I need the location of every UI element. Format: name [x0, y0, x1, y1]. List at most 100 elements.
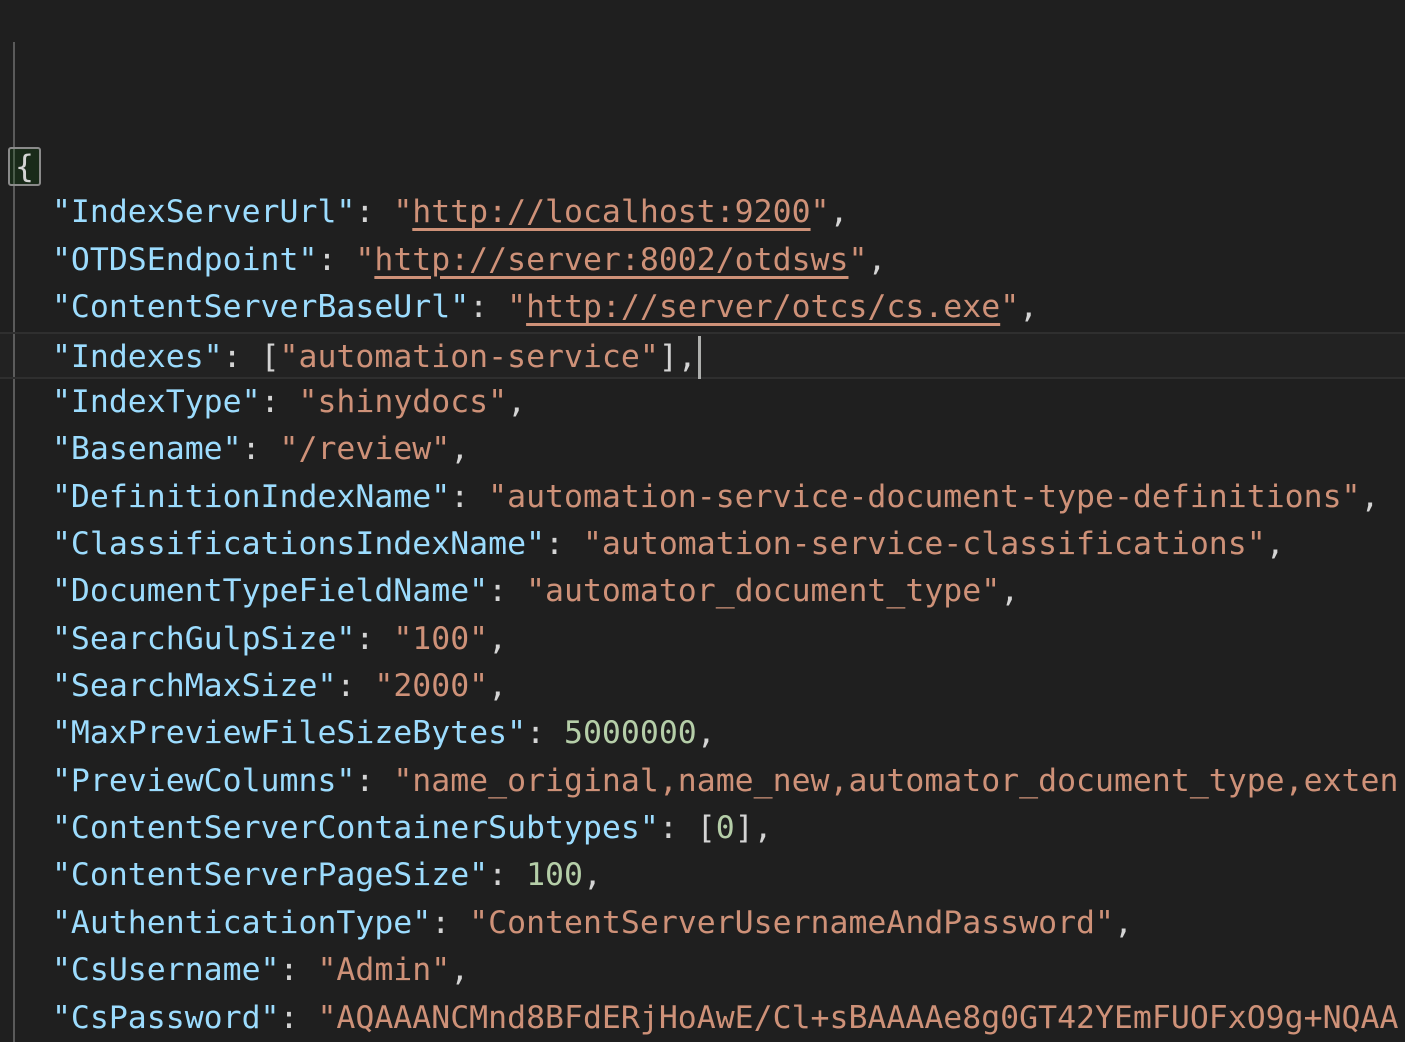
code-line[interactable]: "DefinitionIndexName": "automation-servi…	[0, 474, 1405, 521]
code-token-str: "automator_document_type"	[526, 573, 1000, 609]
code-token-punc: :	[450, 479, 488, 515]
code-line-current[interactable]: "Indexes": ["automation-service"],	[0, 332, 1405, 379]
code-token-str: "	[1000, 289, 1019, 325]
code-token-str: "Admin"	[317, 952, 450, 988]
code-editor[interactable]: { "IndexServerUrl": "http://localhost:92…	[0, 0, 1405, 1042]
code-token-str: "	[507, 289, 526, 325]
code-token-punc	[14, 479, 52, 515]
code-token-punc: ,	[697, 715, 716, 751]
code-token-punc: :	[355, 194, 393, 230]
code-token-punc	[14, 810, 52, 846]
code-token-key: "SearchGulpSize"	[52, 621, 355, 657]
code-token-punc	[14, 431, 52, 467]
code-token-str: "AQAAANCMnd8BFdERjHoAwE/Cl+sBAAAAe8g0GT4…	[317, 1000, 1398, 1036]
code-token-punc: ,	[1114, 905, 1133, 941]
code-token-key: "ClassificationsIndexName"	[52, 526, 545, 562]
code-token-punc: ,	[583, 857, 602, 893]
code-token-key: "DefinitionIndexName"	[52, 479, 450, 515]
code-token-num: 100	[526, 857, 583, 893]
code-token-key: "Basename"	[52, 431, 242, 467]
code-token-punc: ,	[830, 194, 849, 230]
code-token-str: "shinydocs"	[299, 384, 508, 420]
code-line[interactable]: "ContentServerContainerSubtypes": [0],	[0, 805, 1405, 852]
bracket-match-highlight: {	[8, 147, 41, 186]
code-token-punc: [	[697, 810, 716, 846]
code-line[interactable]: "ContentServerPageSize": 100,	[0, 852, 1405, 899]
code-token-punc: :	[488, 573, 526, 609]
code-token-punc	[14, 1000, 52, 1036]
code-line[interactable]: "MaxPreviewFileSizeBytes": 5000000,	[0, 710, 1405, 757]
code-token-punc: ,	[1019, 289, 1038, 325]
code-line[interactable]: "SearchGulpSize": "100",	[0, 616, 1405, 663]
code-token-str: "	[393, 194, 412, 230]
code-token-key: "IndexServerUrl"	[52, 194, 355, 230]
code-token-punc	[14, 339, 52, 375]
code-line[interactable]: "OTDSEndpoint": "http://server:8002/otds…	[0, 237, 1405, 284]
code-line[interactable]: "PreviewColumns": "name_original,name_ne…	[0, 758, 1405, 805]
code-token-str: "100"	[393, 621, 488, 657]
code-token-punc: :	[242, 431, 280, 467]
code-token-punc: :	[526, 715, 564, 751]
code-token-punc: ,	[1266, 526, 1285, 562]
code-token-str: "	[355, 242, 374, 278]
url-link[interactable]: http://server:8002/otdsws	[374, 242, 848, 278]
code-token-key: "MaxPreviewFileSizeBytes"	[52, 715, 526, 751]
code-token-num: 5000000	[564, 715, 697, 751]
code-token-punc: ],	[735, 810, 773, 846]
code-token-punc	[14, 242, 52, 278]
code-token-punc: ,	[867, 242, 886, 278]
code-token-punc: :	[280, 952, 318, 988]
code-token-key: "ContentServerPageSize"	[52, 857, 488, 893]
code-token-num: 0	[716, 810, 735, 846]
code-token-punc	[14, 952, 52, 988]
code-line[interactable]: "ContentServerBaseUrl": "http://server/o…	[0, 284, 1405, 331]
url-link[interactable]: http://server/otcs/cs.exe	[526, 289, 1000, 325]
code-token-punc: ,	[488, 621, 507, 657]
code-token-key: "IndexType"	[52, 384, 261, 420]
code-token-punc: :	[223, 339, 261, 375]
code-token-key: "PreviewColumns"	[52, 763, 355, 799]
code-token-str: "name_original,name_new,automator_docume…	[393, 763, 1398, 799]
code-token-punc: [	[261, 339, 280, 375]
code-line[interactable]: {	[0, 142, 1405, 189]
text-cursor	[698, 336, 701, 379]
code-token-punc: ,	[450, 952, 469, 988]
code-token-key: "ContentServerContainerSubtypes"	[52, 810, 659, 846]
code-line[interactable]: "SearchMaxSize": "2000",	[0, 663, 1405, 710]
code-token-punc	[14, 857, 52, 893]
code-token-punc: ,	[488, 668, 507, 704]
code-token-str: "	[848, 242, 867, 278]
code-line[interactable]: "CsPassword": "AQAAANCMnd8BFdERjHoAwE/Cl…	[0, 995, 1405, 1042]
code-token-punc: ,	[450, 431, 469, 467]
code-token-punc: :	[469, 289, 507, 325]
code-token-punc	[14, 763, 52, 799]
code-token-brace: {	[15, 149, 34, 185]
code-token-key: "CsPassword"	[52, 1000, 280, 1036]
code-token-str: "2000"	[374, 668, 488, 704]
code-line[interactable]: "IndexType": "shinydocs",	[0, 379, 1405, 426]
code-token-key: "CsUsername"	[52, 952, 280, 988]
code-token-str: "automation-service-classifications"	[583, 526, 1266, 562]
code-token-str: "automation-service-document-type-defini…	[488, 479, 1360, 515]
code-token-punc: ,	[1000, 573, 1019, 609]
code-token-str: "	[811, 194, 830, 230]
code-token-key: "ContentServerBaseUrl"	[52, 289, 469, 325]
code-line[interactable]: "IndexServerUrl": "http://localhost:9200…	[0, 189, 1405, 236]
code-token-punc	[14, 621, 52, 657]
code-line[interactable]: "AuthenticationType": "ContentServerUser…	[0, 900, 1405, 947]
url-link[interactable]: http://localhost:9200	[412, 194, 810, 230]
code-line[interactable]: "Basename": "/review",	[0, 426, 1405, 473]
code-token-punc	[14, 526, 52, 562]
code-token-str: "automation-service"	[280, 339, 659, 375]
code-token-punc	[14, 289, 52, 325]
code-token-punc: :	[545, 526, 583, 562]
code-token-punc	[14, 384, 52, 420]
code-token-str: "ContentServerUsernameAndPassword"	[469, 905, 1114, 941]
code-line[interactable]: "CsUsername": "Admin",	[0, 947, 1405, 994]
code-line[interactable]: "DocumentTypeFieldName": "automator_docu…	[0, 568, 1405, 615]
code-token-key: "OTDSEndpoint"	[52, 242, 318, 278]
code-token-punc: :	[336, 668, 374, 704]
code-token-punc: :	[355, 621, 393, 657]
code-token-punc	[14, 194, 52, 230]
code-line[interactable]: "ClassificationsIndexName": "automation-…	[0, 521, 1405, 568]
